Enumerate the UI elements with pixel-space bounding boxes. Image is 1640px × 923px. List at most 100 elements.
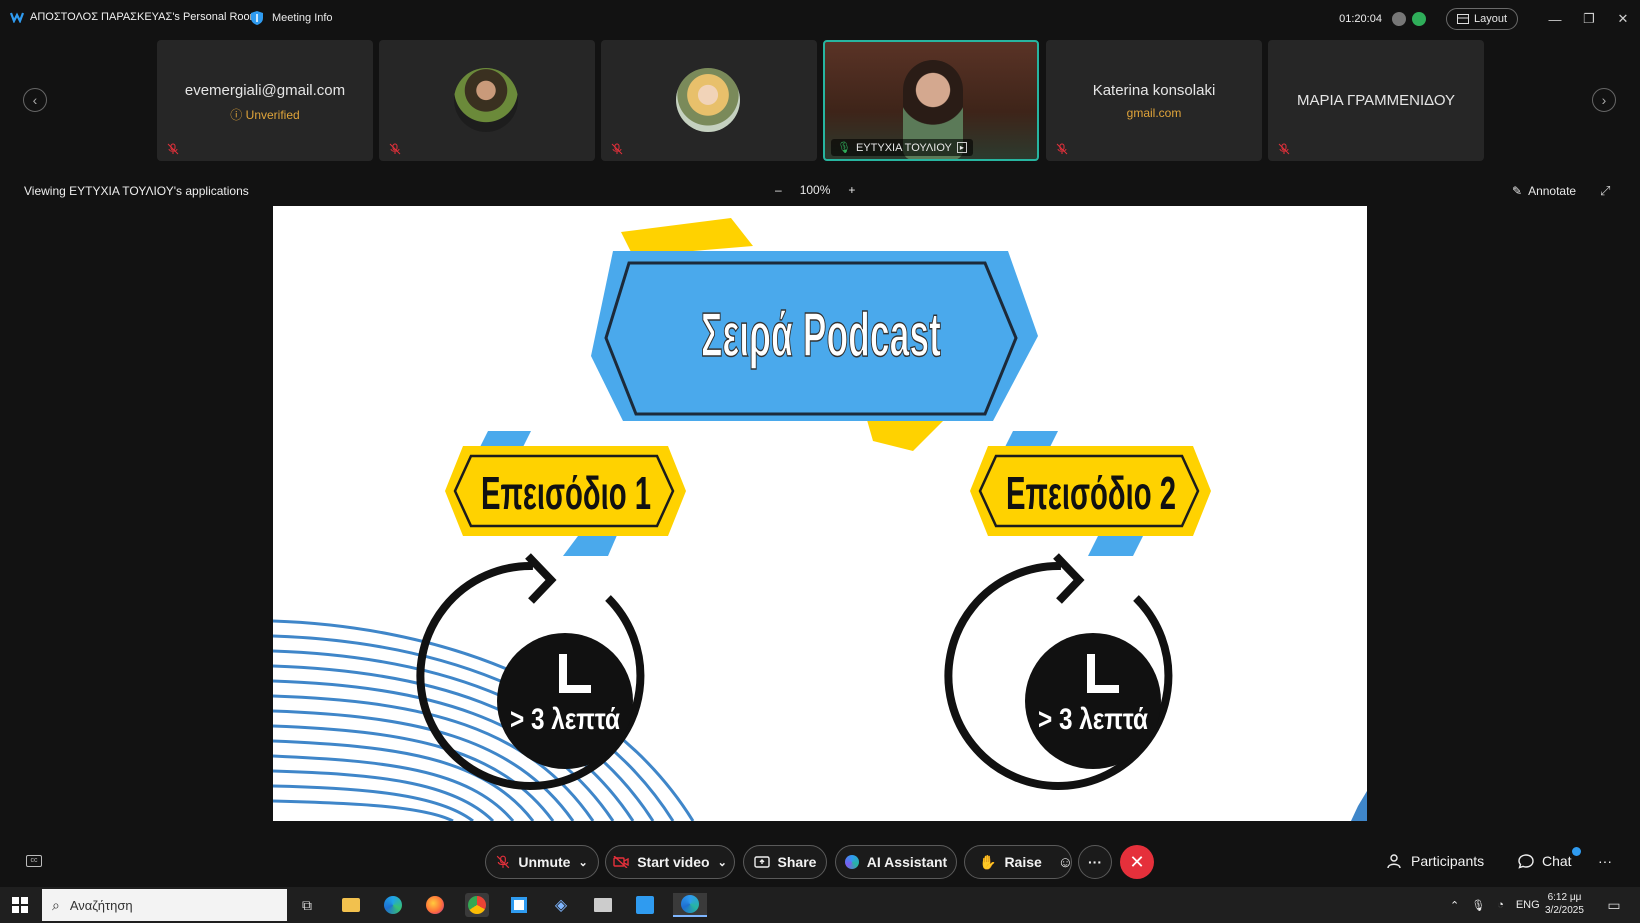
viewing-label: Viewing ΕΥΤΥΧΙΑ ΤΟΥΛΙΟΥ's applications [24, 184, 249, 198]
filmstrip-prev-button[interactable]: ‹ [23, 88, 47, 112]
mic-muted-icon [389, 143, 401, 155]
restore-icon[interactable]: ❐ [1572, 11, 1606, 27]
participant-tile[interactable]: ΜΑΡΙΑ ΓΡΑΜΜΕΝΙΔΟΥ [1268, 40, 1484, 161]
search-icon: ⌕ [52, 896, 60, 913]
firefox-icon[interactable] [423, 893, 447, 917]
meeting-info-button[interactable]: Meeting Info [250, 10, 333, 26]
participant-name: evemergiali@gmail.com [184, 82, 346, 99]
annotate-label: Annotate [1528, 184, 1577, 198]
raise-reactions-group: ✋ Raise ☺ [964, 845, 1073, 879]
chevron-up-icon[interactable]: ⌃ [1450, 899, 1459, 912]
participant-avatar [676, 68, 740, 132]
clock-2-icon: > 3 λεπτά [944, 553, 1173, 790]
windows-start-icon[interactable] [8, 893, 32, 917]
recording-status-icon[interactable] [1391, 12, 1406, 26]
captions-icon[interactable]: cc [26, 855, 42, 867]
more-icon: ··· [1088, 854, 1102, 870]
reactions-icon[interactable]: ☺ [1058, 854, 1073, 871]
webex-meeting-window: ΑΠΟΣΤΟΛΟΣ ΠΑΡΑΣΚΕΥΑΣ's Personal Room Mee… [0, 0, 1640, 923]
slide-graphic: Σειρά Podcast Επεισόδιο 1 Επεισόδιο 2 > … [273, 218, 1367, 821]
dev-tools-icon[interactable]: ◈ [549, 893, 573, 917]
leave-meeting-button[interactable]: ✕ [1120, 845, 1154, 879]
share-button[interactable]: Share [743, 845, 827, 879]
network-status-icon[interactable] [1411, 12, 1426, 26]
participants-label: Participants [1411, 853, 1485, 869]
participant-tile[interactable]: Katerina konsolaki gmail.com [1046, 40, 1262, 161]
zoom-in-button[interactable]: + [848, 183, 855, 197]
shared-slide: Σειρά Podcast Επεισόδιο 1 Επεισόδιο 2 > … [273, 206, 1367, 821]
room-name: ΑΠΟΣΤΟΛΟΣ ΠΑΡΑΣΚΕΥΑΣ's Personal Room [30, 11, 259, 23]
meeting-timer: 01:20:04 [1339, 13, 1382, 25]
unmute-button[interactable]: Unmute ⌄ [485, 845, 599, 879]
chat-notification-badge [1572, 847, 1581, 856]
layout-button[interactable]: Layout [1445, 8, 1518, 30]
minimize-icon[interactable]: — [1538, 12, 1572, 27]
chevron-down-icon[interactable]: ⌄ [578, 856, 587, 869]
room-title: ΑΠΟΣΤΟΛΟΣ ΠΑΡΑΣΚΕΥΑΣ's Personal Room [10, 11, 259, 23]
chat-bubble-icon [1518, 854, 1534, 869]
mic-muted-icon [1056, 143, 1068, 155]
wifi-icon[interactable]: ◔ [1497, 899, 1504, 911]
edge-browser-icon[interactable] [381, 893, 405, 917]
chevron-left-icon: ‹ [32, 92, 38, 108]
overflow-menu-button[interactable]: ··· [1598, 853, 1612, 869]
remote-desktop-icon[interactable] [591, 893, 615, 917]
person-icon [1387, 854, 1401, 869]
store-icon[interactable] [507, 893, 531, 917]
chevron-right-icon: › [1601, 92, 1607, 108]
warning-icon: ⓘ [230, 108, 243, 122]
app-icon[interactable] [633, 893, 657, 917]
share-label: Share [777, 854, 817, 870]
language-indicator[interactable]: ENG [1516, 899, 1540, 911]
webex-taskbar-icon[interactable] [673, 893, 707, 917]
system-tray: ⌃ 🎙 ◔ ENG [1450, 887, 1540, 923]
zoom-out-button[interactable]: – [775, 183, 782, 197]
chat-button[interactable]: Chat [1518, 853, 1572, 869]
task-view-icon[interactable]: ⧉ [295, 893, 319, 917]
fullscreen-icon[interactable]: ⤢ [1600, 183, 1610, 199]
taskbar-search[interactable]: ⌕ Αναζήτηση [42, 889, 287, 921]
clock-1-duration: > 3 λεπτά [510, 703, 620, 736]
raise-hand-icon[interactable]: ✋ [979, 854, 996, 871]
active-speaker-tile[interactable]: 🎙 ΕΥΤΥΧΙΑ ΤΟΥΛΙΟΥ ▸ [823, 40, 1039, 161]
clock-1-icon: > 3 λεπτά [416, 553, 645, 790]
webex-logo-icon [10, 12, 24, 23]
zoom-controls: – 100% + [775, 183, 855, 197]
participant-tile[interactable] [379, 40, 595, 161]
mic-muted-icon [611, 143, 623, 155]
episode-2-label: Επεισόδιο 2 [1006, 467, 1176, 519]
chevron-down-icon[interactable]: ⌄ [718, 856, 727, 869]
shield-icon [251, 11, 263, 25]
layout-grid-icon [1456, 14, 1469, 24]
screen-share-icon: ▸ [956, 142, 967, 153]
overflow-icon: ··· [1598, 853, 1612, 869]
mic-on-icon: 🎙 [837, 142, 851, 154]
meeting-info-label: Meeting Info [272, 12, 333, 24]
clock-2-duration: > 3 λεπτά [1038, 703, 1148, 736]
annotate-button[interactable]: ✎ Annotate [1512, 184, 1576, 198]
notification-icon[interactable]: ▭ [1602, 893, 1626, 917]
ai-assistant-button[interactable]: AI Assistant [835, 845, 957, 879]
taskbar-clock[interactable]: 6:12 μμ 3/2/2025 [1545, 891, 1584, 917]
participant-email: gmail.com [1126, 106, 1182, 120]
search-placeholder: Αναζήτηση [69, 897, 133, 913]
mic-muted-icon [1278, 143, 1290, 155]
more-options-button[interactable]: ··· [1078, 845, 1112, 879]
participant-avatar [454, 68, 518, 132]
participant-name: ΜΑΡΙΑ ΓΡΑΜΜΕΝΙΔΟΥ [1296, 92, 1456, 109]
filmstrip-next-button[interactable]: › [1592, 88, 1616, 112]
mic-muted-icon [167, 143, 179, 155]
microphone-icon[interactable]: 🎙 [1471, 899, 1485, 912]
start-video-button[interactable]: Start video ⌄ [605, 845, 735, 879]
file-explorer-icon[interactable] [339, 893, 363, 917]
chrome-icon[interactable] [465, 893, 489, 917]
windows-taskbar: ⌕ Αναζήτηση ⧉ ◈ ⌃ 🎙 ◔ ENG 6:12 μμ 3/2/20… [0, 887, 1640, 923]
slide-title: Σειρά Podcast [701, 301, 941, 370]
raise-label[interactable]: Raise [1004, 854, 1041, 870]
participants-button[interactable]: Participants [1387, 853, 1484, 869]
title-bar: ΑΠΟΣΤΟΛΟΣ ΠΑΡΑΣΚΕΥΑΣ's Personal Room Mee… [0, 0, 1640, 38]
participant-tile[interactable] [601, 40, 817, 161]
close-icon[interactable]: ✕ [1606, 11, 1640, 27]
ai-assistant-label: AI Assistant [866, 854, 948, 870]
participant-tile[interactable]: evemergiali@gmail.com ⓘ Unverified [157, 40, 373, 161]
